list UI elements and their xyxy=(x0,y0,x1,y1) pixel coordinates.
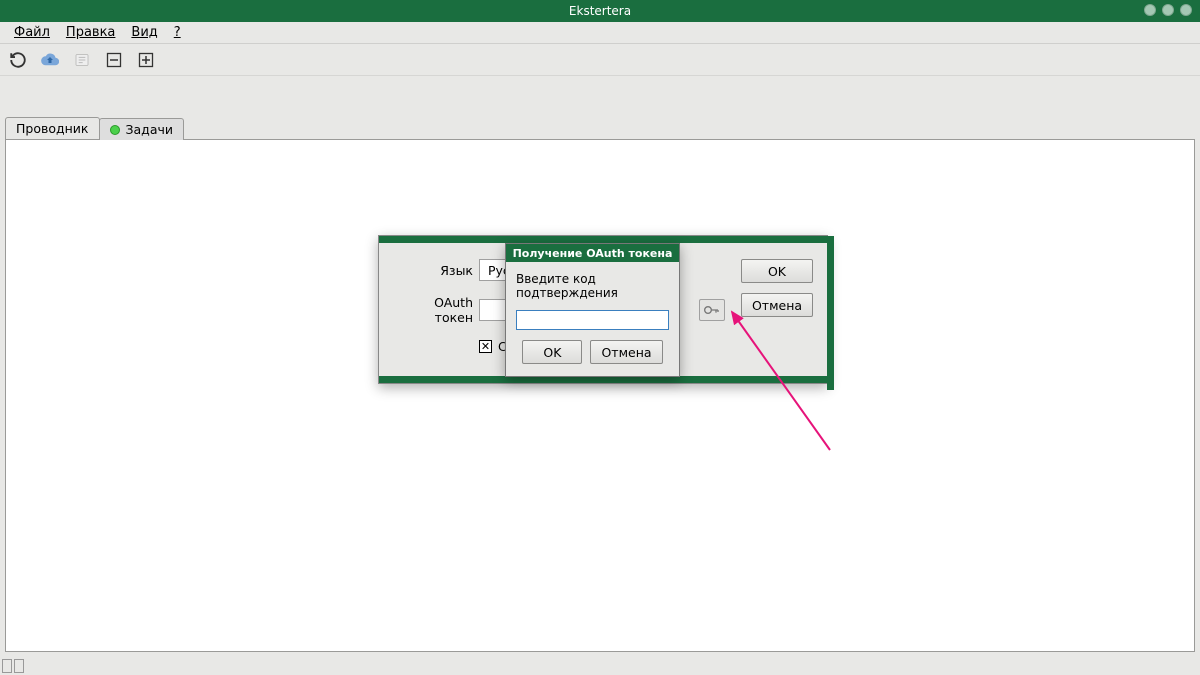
menu-help[interactable]: ? xyxy=(166,23,189,42)
settings-ok-button[interactable]: OK xyxy=(741,259,813,283)
language-label: Язык xyxy=(393,263,473,278)
dialog-titlebar[interactable] xyxy=(379,236,827,243)
menu-file[interactable]: Файл xyxy=(6,23,58,42)
key-icon xyxy=(704,304,720,316)
status-cell xyxy=(2,659,12,673)
tab-strip: Проводник Задачи xyxy=(5,117,1195,139)
download-icon[interactable] xyxy=(72,50,92,70)
explorer-panel xyxy=(5,139,1195,652)
get-token-button[interactable] xyxy=(699,299,725,321)
oauth-code-input[interactable] xyxy=(516,310,669,330)
refresh-icon[interactable] xyxy=(8,50,28,70)
status-bar xyxy=(2,659,24,673)
status-cell xyxy=(14,659,24,673)
oauth-dialog: Получение OAuth токена Введите код подтв… xyxy=(505,243,680,377)
oauth-dialog-title[interactable]: Получение OAuth токена xyxy=(506,244,679,262)
tab-area: Проводник Задачи xyxy=(5,117,1195,651)
menu-edit[interactable]: Правка xyxy=(58,23,123,42)
upload-icon[interactable] xyxy=(40,50,60,70)
menu-bar: Файл Правка Вид ? xyxy=(0,22,1200,44)
expand-icon[interactable] xyxy=(136,50,156,70)
settings-cancel-button[interactable]: Отмена xyxy=(741,293,813,317)
window-controls xyxy=(1144,4,1192,16)
tab-label: Проводник xyxy=(16,121,89,136)
oauth-prompt-label: Введите код подтверждения xyxy=(516,272,669,300)
minimize-button[interactable] xyxy=(1144,4,1156,16)
close-button[interactable] xyxy=(1180,4,1192,16)
oauth-ok-button[interactable]: OK xyxy=(522,340,582,364)
tab-explorer[interactable]: Проводник xyxy=(5,117,100,139)
window-titlebar: Ekstertera xyxy=(0,0,1200,22)
collapse-icon[interactable] xyxy=(104,50,124,70)
oauth-cancel-button[interactable]: Отмена xyxy=(590,340,662,364)
tab-label: Задачи xyxy=(126,122,174,137)
window-title: Ekstertera xyxy=(569,4,631,18)
tab-tasks[interactable]: Задачи xyxy=(99,118,185,140)
dialog-border-bottom xyxy=(379,376,827,383)
maximize-button[interactable] xyxy=(1162,4,1174,16)
status-dot-icon xyxy=(110,125,120,135)
toolbar xyxy=(0,44,1200,76)
hide-token-checkbox[interactable]: ✕ xyxy=(479,340,492,353)
oauth-token-label: OAuth токен xyxy=(393,295,473,325)
menu-view[interactable]: Вид xyxy=(123,23,165,42)
dialog-border-right xyxy=(827,236,834,390)
